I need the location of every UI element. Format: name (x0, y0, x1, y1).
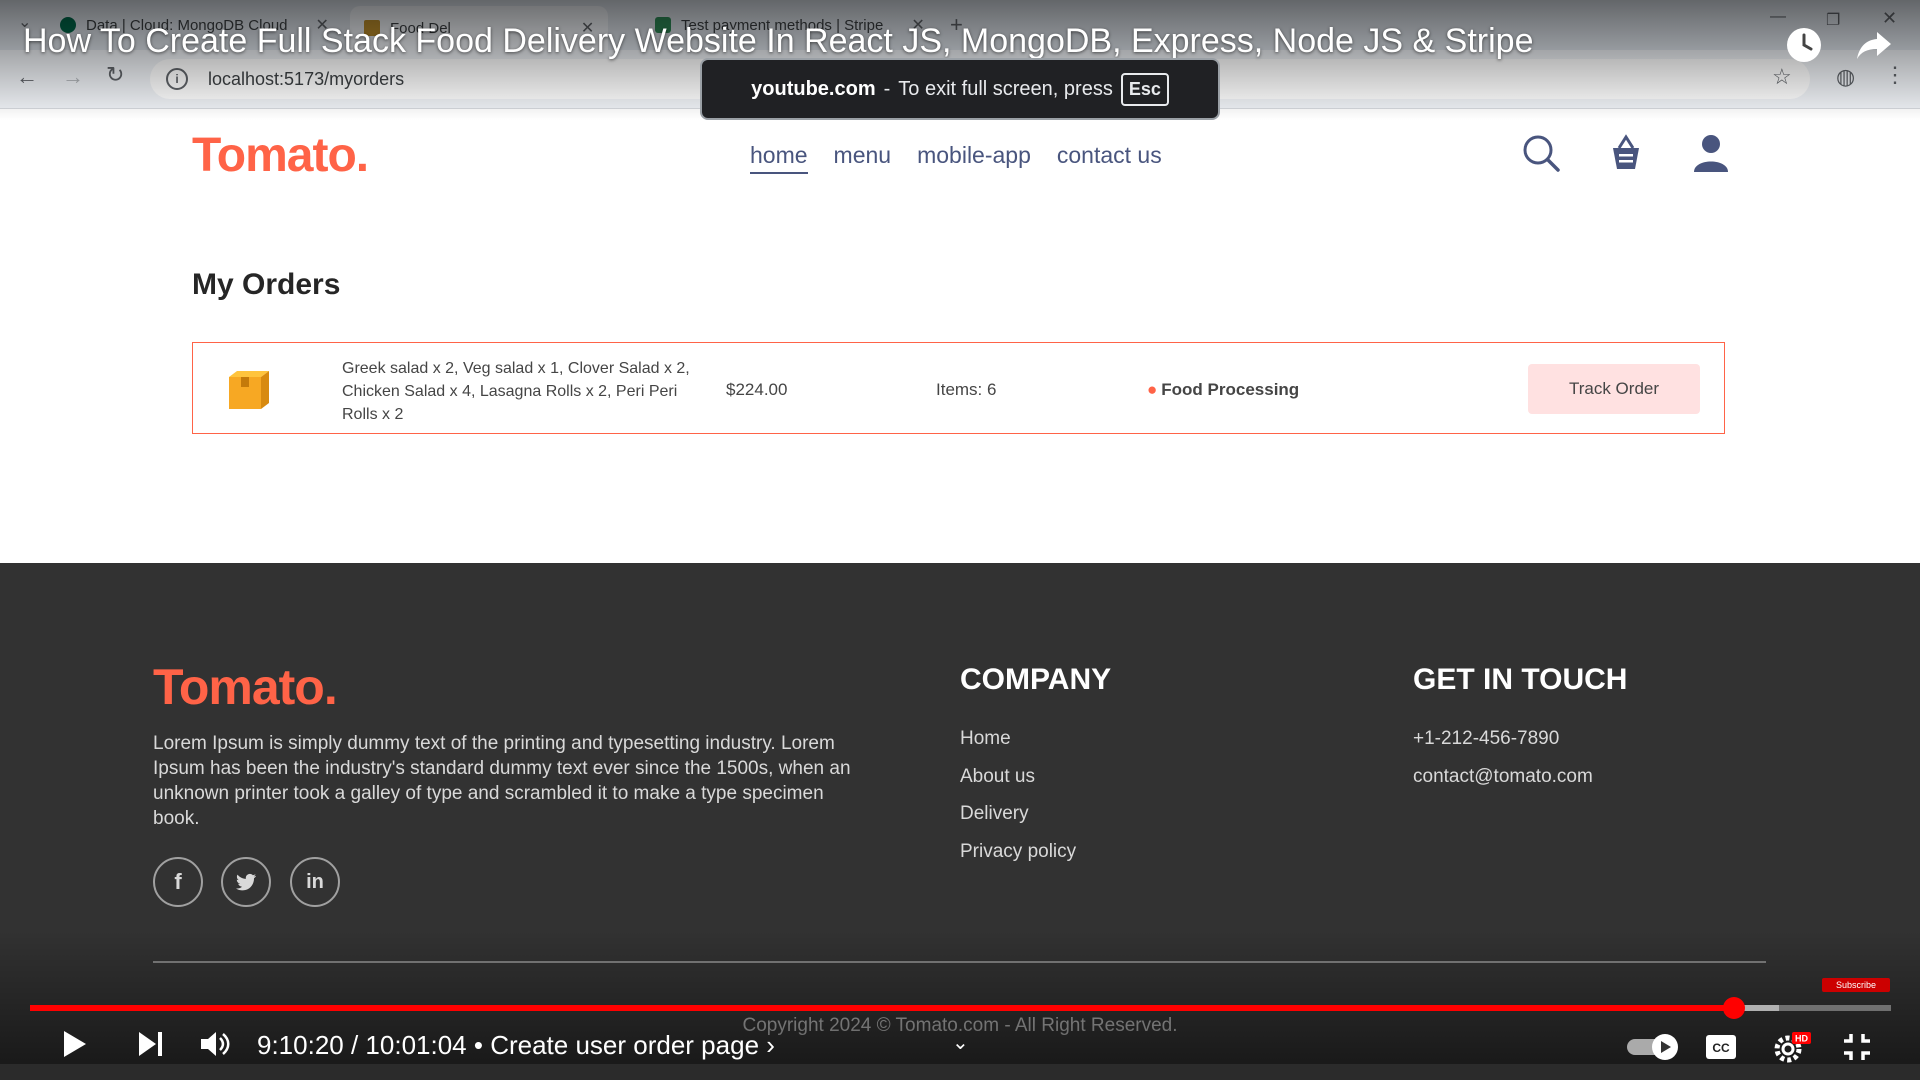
watch-later-icon[interactable] (1785, 26, 1823, 64)
reload-icon[interactable]: ↻ (106, 62, 124, 88)
twitter-icon[interactable] (221, 857, 271, 907)
nav-menu[interactable]: menu (834, 142, 892, 174)
volume-icon[interactable] (198, 1028, 232, 1060)
order-amount: $224.00 (726, 380, 788, 399)
chevron-down-icon[interactable]: ⌄ (952, 1030, 969, 1055)
site-info-icon[interactable]: i (166, 68, 188, 90)
video-progress-bar[interactable] (30, 997, 1891, 1019)
site-logo[interactable]: Tomato. (192, 128, 369, 183)
footer-divider (153, 961, 1766, 963)
chapter-separator: • (466, 1030, 491, 1060)
footer-link-privacy[interactable]: Privacy policy (960, 841, 1076, 863)
taskbar-strip (0, 1064, 1920, 1080)
footer-link-delivery[interactable]: Delivery (960, 803, 1029, 825)
order-row: Greek salad x 2, Veg salad x 1, Clover S… (192, 342, 1725, 434)
track-order-button[interactable]: Track Order (1528, 364, 1700, 414)
site-nav: home menu mobile-app contact us (750, 142, 1162, 174)
nav-contact-us[interactable]: contact us (1057, 142, 1162, 174)
progress-scrubber-handle[interactable] (1722, 997, 1745, 1019)
subscribe-watermark[interactable]: Subscribe (1822, 978, 1890, 992)
chapter-title[interactable]: Create user order page (490, 1030, 759, 1060)
site-footer: Tomato. Lorem Ipsum is simply dummy text… (0, 563, 1920, 1080)
video-title[interactable]: How To Create Full Stack Food Delivery W… (23, 22, 1533, 61)
exit-fullscreen-icon[interactable] (1842, 1032, 1872, 1062)
extension-icon[interactable]: ◍ (1836, 64, 1855, 90)
footer-link-about[interactable]: About us (960, 766, 1035, 788)
fullscreen-notice: youtube.com - To exit full screen, press… (700, 58, 1220, 120)
play-icon[interactable] (58, 1028, 90, 1060)
esc-key: Esc (1120, 72, 1169, 106)
search-icon[interactable] (1520, 132, 1562, 174)
profile-icon[interactable] (1690, 132, 1732, 174)
time-current: 9:10:20 (257, 1030, 344, 1060)
progress-played (30, 1005, 1734, 1011)
footer-link-home[interactable]: Home (960, 728, 1011, 750)
page-title: My Orders (192, 268, 341, 301)
time-total: 10:01:04 (365, 1030, 467, 1060)
forward-icon[interactable]: → (62, 64, 84, 90)
facebook-icon[interactable]: f (153, 857, 203, 907)
browser-menu-icon[interactable]: ⋮ (1884, 62, 1906, 88)
fullscreen-message: To exit full screen, press (898, 77, 1113, 100)
footer-phone: +1-212-456-7890 (1413, 728, 1560, 749)
company-heading: COMPANY (960, 663, 1112, 696)
status-dot-icon: ● (1147, 380, 1158, 399)
next-video-icon[interactable] (134, 1028, 166, 1060)
autoplay-toggle[interactable] (1625, 1033, 1679, 1061)
footer-logo: Tomato. (153, 659, 338, 715)
nav-mobile-app[interactable]: mobile-app (917, 142, 1031, 174)
captions-icon[interactable]: CC (1705, 1034, 1737, 1060)
back-icon[interactable]: ← (16, 64, 38, 90)
svg-text:CC: CC (1712, 1041, 1730, 1055)
nav-home[interactable]: home (750, 142, 808, 174)
order-status: ● Food Processing (1147, 380, 1299, 400)
time-display: 9:10:20 / 10:01:04 • Create user order p… (257, 1030, 775, 1061)
minimize-window-icon[interactable]: — (1770, 8, 1786, 26)
svg-text:HD: HD (1795, 1034, 1808, 1044)
basket-icon[interactable] (1605, 132, 1647, 174)
bookmark-star-icon[interactable]: ☆ (1772, 64, 1792, 90)
contact-heading: GET IN TOUCH (1413, 663, 1628, 696)
fullscreen-site: youtube.com (751, 77, 876, 100)
restore-window-icon[interactable]: ❐ (1826, 10, 1840, 30)
footer-email[interactable]: contact@tomato.com (1413, 766, 1593, 788)
chapter-chevron-icon[interactable]: › (759, 1030, 775, 1060)
order-item-count: Items: 6 (936, 380, 997, 399)
share-icon[interactable] (1855, 26, 1893, 64)
order-status-text: Food Processing (1161, 380, 1300, 399)
footer-description: Lorem Ipsum is simply dummy text of the … (153, 733, 851, 829)
parcel-icon (229, 371, 269, 409)
order-items: Greek salad x 2, Veg salad x 1, Clover S… (342, 360, 690, 423)
settings-icon[interactable]: HD (1772, 1030, 1812, 1064)
fullscreen-dash: - (883, 77, 891, 100)
time-separator: / (343, 1030, 366, 1060)
url-text: localhost:5173/myorders (208, 68, 405, 89)
linkedin-icon[interactable]: in (290, 857, 340, 907)
